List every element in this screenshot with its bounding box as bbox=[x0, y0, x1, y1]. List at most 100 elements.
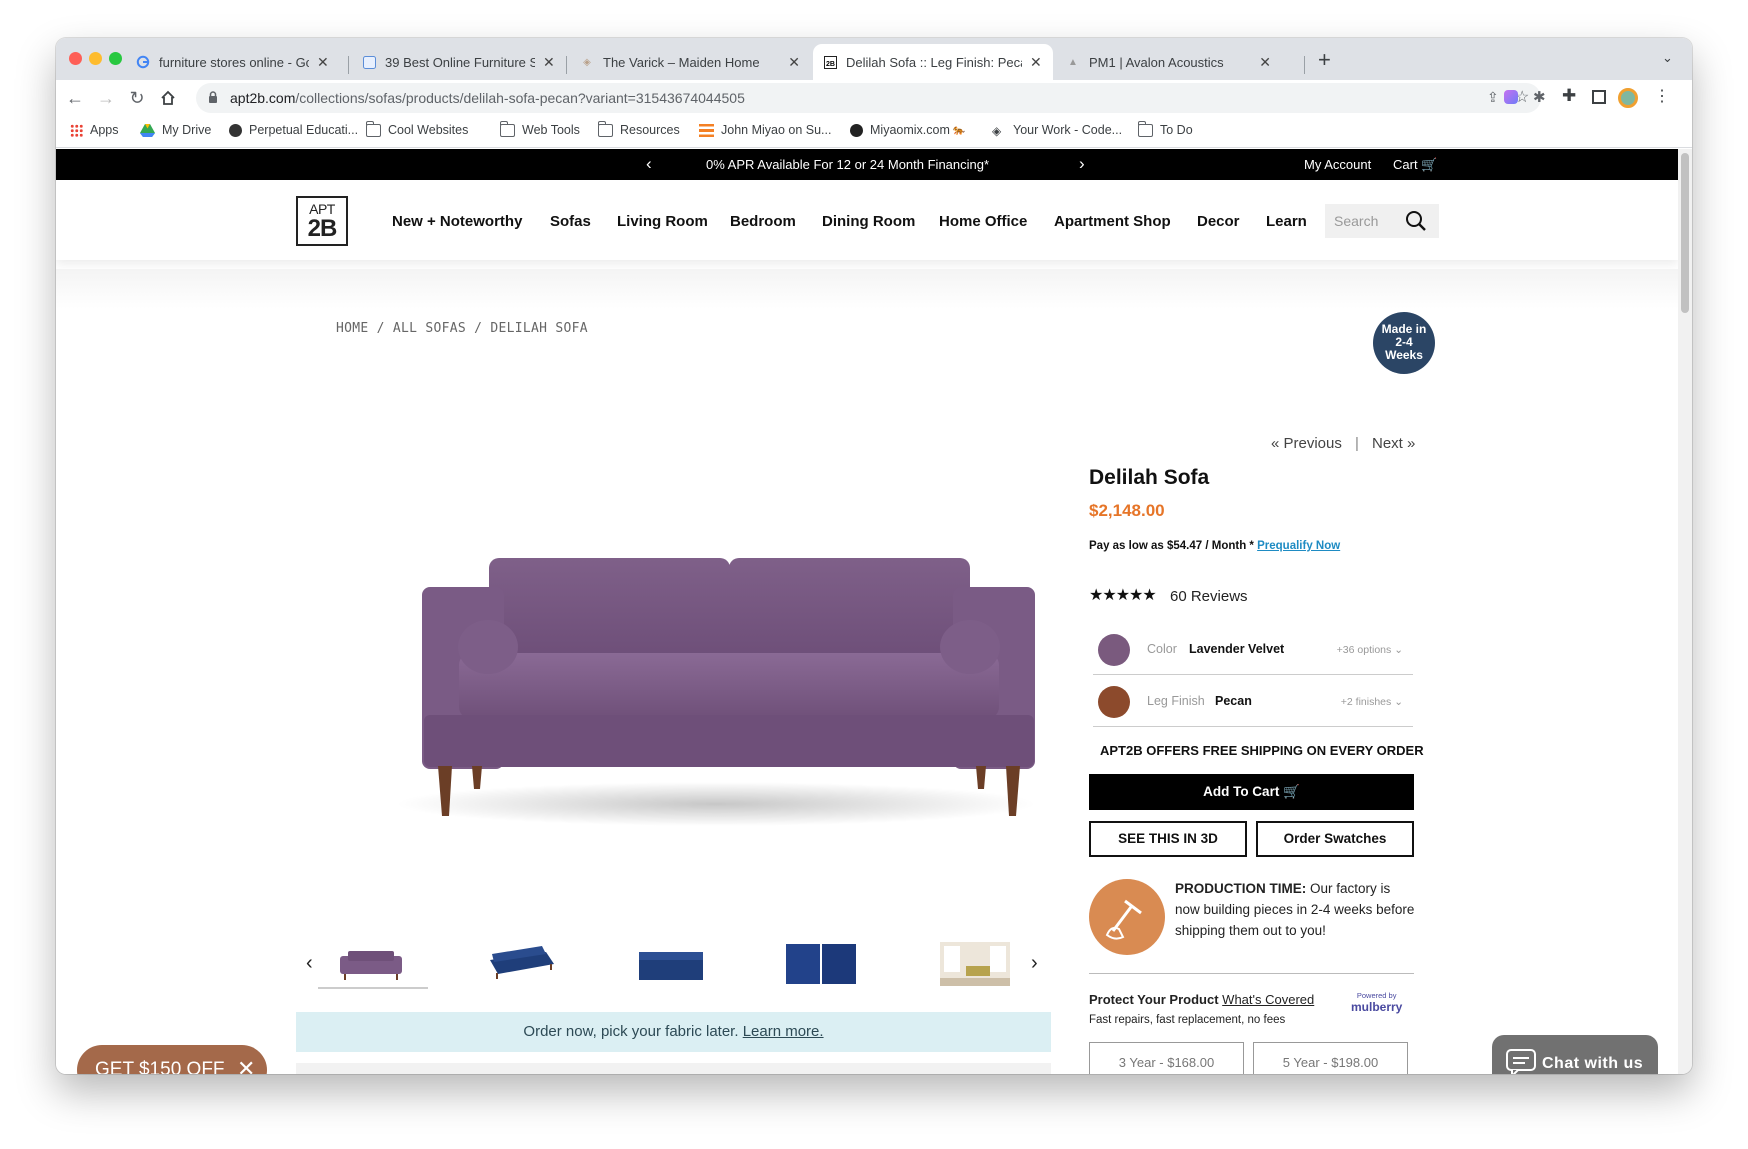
cart-icon: 🛒 bbox=[1421, 157, 1438, 172]
bookmark-apps[interactable]: Apps bbox=[70, 123, 119, 137]
chevron-down-icon: ⌄ bbox=[1394, 696, 1403, 708]
zoom-window-button[interactable] bbox=[109, 52, 122, 65]
nav-sofas[interactable]: Sofas bbox=[550, 213, 591, 230]
star-icon: ★ bbox=[1129, 587, 1143, 604]
codepen-icon: ◈ bbox=[992, 123, 1002, 138]
browser-tab[interactable]: 39 Best Online Furniture Stores ✕ bbox=[352, 44, 566, 80]
nav-home-office[interactable]: Home Office bbox=[939, 213, 1027, 230]
promo-prev-icon[interactable]: ‹ bbox=[646, 154, 652, 174]
bookmark-web-tools[interactable]: Web Tools bbox=[500, 120, 580, 137]
browser-tab[interactable]: ◈ The Varick – Maiden Home ✕ bbox=[570, 44, 810, 80]
home-icon[interactable] bbox=[156, 86, 180, 110]
back-arrow-icon[interactable]: ← bbox=[63, 86, 87, 110]
bookmark-label: Cool Websites bbox=[388, 123, 469, 137]
nav-decor[interactable]: Decor bbox=[1197, 213, 1240, 230]
order-swatches-button[interactable]: Order Swatches bbox=[1256, 821, 1414, 857]
address-bar[interactable]: apt2b.com/collections/sofas/products/del… bbox=[196, 83, 1541, 113]
sidebar-icon[interactable] bbox=[1592, 90, 1606, 104]
svg-text:2B: 2B bbox=[826, 61, 835, 68]
logo-line2: 2B bbox=[307, 215, 338, 242]
bookmark-my-drive[interactable]: My Drive bbox=[140, 123, 211, 137]
thumbs-next-icon[interactable]: › bbox=[1031, 952, 1038, 975]
browser-tab-active[interactable]: 2B Delilah Sofa :: Leg Finish: Pecan ✕ bbox=[813, 44, 1053, 80]
thumbnail-blue-angle[interactable] bbox=[486, 942, 556, 986]
browser-toolbar: ← → ↻ apt2b.com/collections/sofas/produc… bbox=[56, 80, 1692, 116]
search-input[interactable]: Search bbox=[1325, 204, 1439, 238]
thumbnail-front[interactable] bbox=[336, 942, 406, 986]
tab-search-chevron-icon[interactable]: ⌄ bbox=[1662, 50, 1673, 66]
learn-more-link[interactable]: Learn more. bbox=[743, 1023, 824, 1040]
plan-3-year-option[interactable]: 3 Year - $168.00 bbox=[1089, 1042, 1244, 1074]
hammer-icon bbox=[1089, 879, 1165, 955]
apps-grid-icon bbox=[70, 123, 83, 137]
nav-new-noteworthy[interactable]: New + Noteworthy bbox=[392, 213, 522, 230]
nav-bedroom[interactable]: Bedroom bbox=[730, 213, 796, 230]
color-option-selector[interactable]: Color Lavender Velvet +36 options ⌄ bbox=[1093, 623, 1413, 675]
nav-apartment-shop[interactable]: Apartment Shop bbox=[1054, 213, 1171, 230]
add-to-cart-button[interactable]: Add To Cart 🛒 bbox=[1089, 774, 1414, 810]
bug-extension-icon[interactable]: ✱ bbox=[1533, 88, 1546, 106]
product-hero-image[interactable] bbox=[356, 489, 1076, 839]
search-icon[interactable] bbox=[1404, 209, 1428, 238]
previous-product-link[interactable]: « Previous bbox=[1271, 435, 1342, 452]
forward-arrow-icon[interactable]: → bbox=[94, 86, 118, 110]
protect-title: Protect Your Product bbox=[1089, 992, 1219, 1007]
leg-finish-selector[interactable]: Leg Finish Pecan +2 finishes ⌄ bbox=[1093, 675, 1413, 727]
bookmark-perpetual[interactable]: Perpetual Educati... bbox=[229, 123, 358, 137]
plan-5-year-option[interactable]: 5 Year - $198.00 bbox=[1253, 1042, 1408, 1074]
thumbnail-blue-top[interactable] bbox=[636, 942, 706, 986]
browser-tab[interactable]: furniture stores online - Google Search … bbox=[126, 44, 346, 80]
star-icon: ★ bbox=[1089, 587, 1103, 604]
rating-stars[interactable]: ★★★★★ bbox=[1089, 585, 1157, 605]
profile-avatar[interactable] bbox=[1618, 88, 1638, 108]
apt2b-logo[interactable]: APT 2B bbox=[296, 196, 348, 246]
get-150-off-button[interactable]: GET $150 OFF ✕ bbox=[77, 1045, 267, 1074]
close-tab-icon[interactable]: ✕ bbox=[543, 54, 555, 71]
cart-link[interactable]: Cart 🛒 bbox=[1393, 157, 1437, 173]
bookmark-cool-websites[interactable]: Cool Websites bbox=[366, 120, 469, 137]
see-in-3d-button[interactable]: SEE THIS IN 3D bbox=[1089, 821, 1247, 857]
close-tab-icon[interactable]: ✕ bbox=[1259, 54, 1271, 71]
close-window-button[interactable] bbox=[69, 52, 82, 65]
thumbnail-fabric-detail[interactable] bbox=[786, 942, 856, 986]
menu-kebab-icon[interactable]: ⋮ bbox=[1654, 86, 1670, 106]
page-scrollbar[interactable] bbox=[1678, 149, 1692, 1074]
minimize-window-button[interactable] bbox=[89, 52, 102, 65]
promo-bar: ‹ 0% APR Available For 12 or 24 Month Fi… bbox=[56, 149, 1678, 180]
bookmark-codepen[interactable]: ◈ Your Work - Code... bbox=[992, 123, 1122, 138]
bookmark-label: Perpetual Educati... bbox=[249, 123, 359, 137]
search-placeholder: Search bbox=[1334, 213, 1379, 229]
bookmark-miyaomix[interactable]: Miyaomix.com 🐅 bbox=[850, 123, 965, 137]
close-tab-icon[interactable]: ✕ bbox=[317, 54, 329, 71]
bookmark-to-do[interactable]: To Do bbox=[1138, 120, 1193, 137]
browser-tab[interactable]: ▲ PM1 | Avalon Acoustics ✕ bbox=[1056, 44, 1281, 80]
close-tab-icon[interactable]: ✕ bbox=[1030, 54, 1042, 71]
reviews-link[interactable]: 60 Reviews bbox=[1170, 588, 1248, 605]
prequalify-link[interactable]: Prequalify Now bbox=[1257, 540, 1340, 552]
thumbs-prev-icon[interactable]: ‹ bbox=[306, 952, 313, 975]
chat-with-us-button[interactable]: Chat with us bbox=[1492, 1035, 1658, 1074]
more-finishes[interactable]: +2 finishes ⌄ bbox=[1341, 696, 1403, 708]
new-tab-icon[interactable]: + bbox=[1318, 47, 1331, 73]
extension-icon[interactable] bbox=[1504, 90, 1518, 104]
bookmark-resources[interactable]: Resources bbox=[598, 120, 680, 137]
site-icon: ▲ bbox=[1068, 56, 1078, 68]
puzzle-extensions-icon[interactable]: ✚ bbox=[1562, 86, 1576, 106]
more-options[interactable]: +36 options ⌄ bbox=[1337, 644, 1403, 656]
nav-dining-room[interactable]: Dining Room bbox=[822, 213, 915, 230]
next-product-link[interactable]: Next » bbox=[1372, 435, 1415, 452]
share-icon[interactable]: ⇪ bbox=[1487, 89, 1499, 106]
bookmark-john-miyao[interactable]: John Miyao on Su... bbox=[699, 123, 831, 137]
nav-learn[interactable]: Learn bbox=[1266, 213, 1307, 230]
reload-icon[interactable]: ↻ bbox=[125, 86, 149, 110]
whats-covered-link[interactable]: What's Covered bbox=[1222, 992, 1314, 1007]
nav-living-room[interactable]: Living Room bbox=[617, 213, 708, 230]
close-tab-icon[interactable]: ✕ bbox=[788, 54, 800, 71]
scrollbar-thumb[interactable] bbox=[1681, 153, 1689, 313]
close-offer-icon[interactable]: ✕ bbox=[237, 1056, 255, 1074]
lock-icon bbox=[208, 91, 218, 109]
breadcrumb[interactable]: HOME / ALL SOFAS / DELILAH SOFA bbox=[336, 321, 588, 336]
promo-next-icon[interactable]: › bbox=[1079, 154, 1085, 174]
my-account-link[interactable]: My Account bbox=[1304, 157, 1371, 172]
thumbnail-room-scene[interactable] bbox=[940, 942, 1010, 986]
